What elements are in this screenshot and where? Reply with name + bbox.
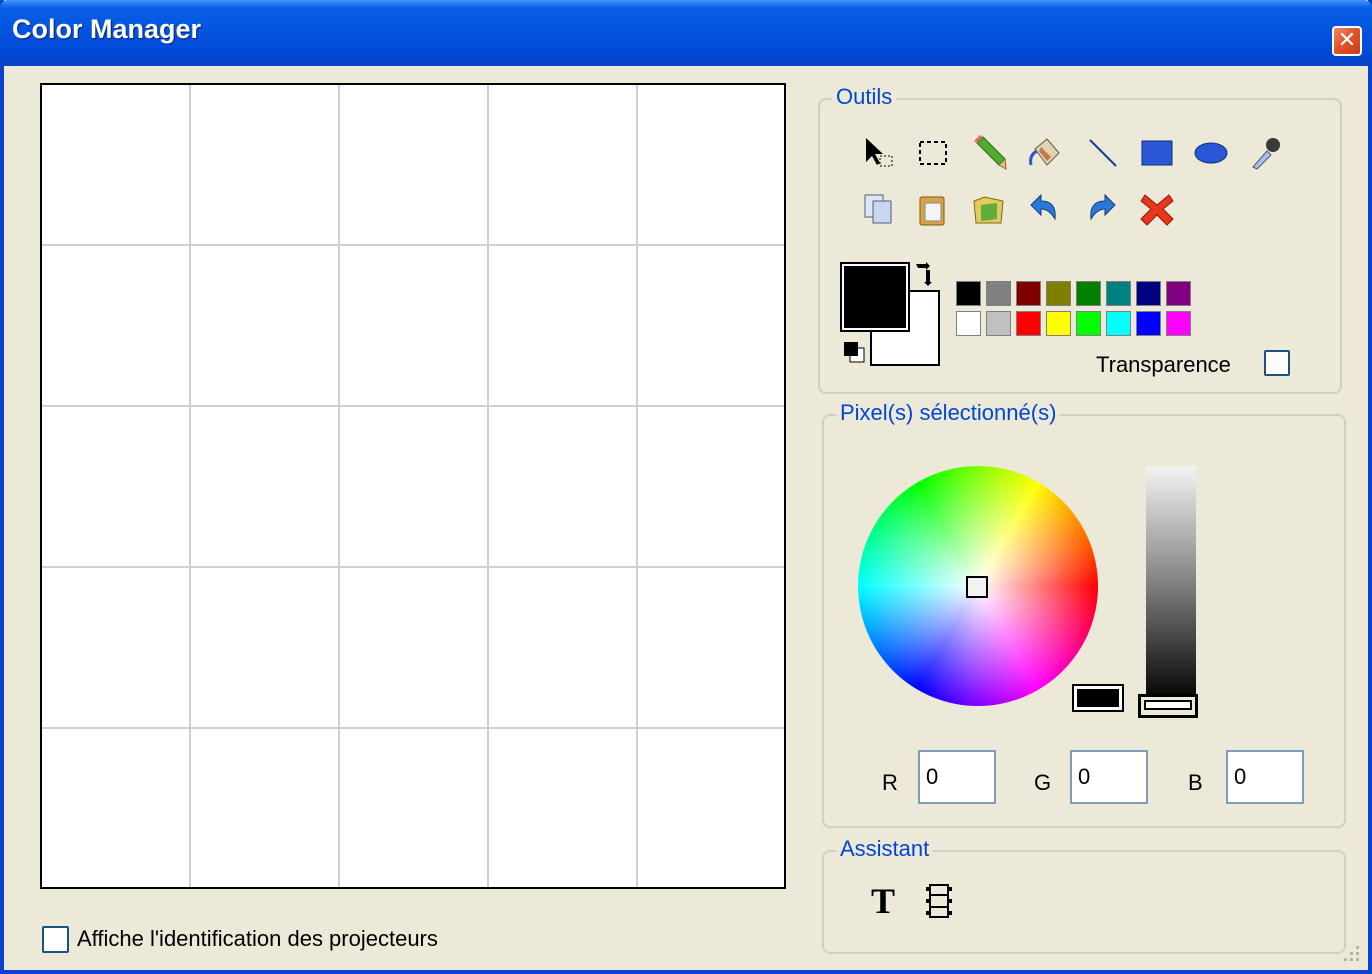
grid-line [487,85,489,887]
swap-colors-icon[interactable] [912,260,938,286]
r-label: R [882,770,898,795]
reset-colors-icon[interactable] [842,340,866,364]
rect-select-icon[interactable] [914,134,952,172]
palette-swatch-navy[interactable] [1136,281,1161,306]
brightness-slider-handle[interactable] [1138,694,1198,718]
ellipse-icon[interactable] [1192,134,1230,172]
film-icon[interactable] [920,882,958,920]
fill-bucket-icon[interactable] [1026,134,1064,172]
grid-line [42,405,784,407]
show-projector-ids-checkbox[interactable] [42,925,69,953]
grid-line [42,566,784,568]
selected-pixels-group: Pixel(s) sélectionné(s) R G B [822,400,1346,828]
transparency-label: Transparence [1096,352,1231,377]
transparency-checkbox[interactable] [1264,350,1290,376]
title-bar[interactable]: Color Manager ✕ [0,0,1372,66]
select-pointer-icon[interactable] [860,134,898,172]
grid-line [42,727,784,729]
palette-swatch-maroon[interactable] [1016,281,1041,306]
tools-legend: Outils [832,84,897,110]
palette-swatch-purple[interactable] [1166,281,1191,306]
close-button[interactable]: ✕ [1332,26,1362,56]
rectangle-icon[interactable] [1138,134,1176,172]
open-icon[interactable] [970,190,1008,228]
palette-swatch-olive[interactable] [1046,281,1071,306]
assistant-group: Assistant T [822,836,1346,954]
g-input[interactable] [1070,750,1148,804]
grid-line [636,85,638,887]
selected-pixels-legend: Pixel(s) sélectionné(s) [836,400,1061,426]
palette-swatch-silver[interactable] [986,311,1011,336]
color-manager-window: Color Manager ✕ Affiche l'identification… [0,0,1372,974]
current-color-preview [1072,684,1124,712]
palette-swatch-black[interactable] [956,281,981,306]
b-input[interactable] [1226,750,1304,804]
show-projector-ids-option: Affiche l'identification des projecteurs [42,923,438,955]
pencil-icon[interactable] [970,134,1008,172]
r-input[interactable] [918,750,996,804]
grid-line [338,85,340,887]
brightness-slider[interactable] [1146,466,1196,702]
g-label: G [1034,770,1052,795]
redo-icon[interactable] [1082,190,1120,228]
palette-swatch-red[interactable] [1016,311,1041,336]
eyedropper-icon[interactable] [1246,134,1284,172]
foreground-color-swatch[interactable] [840,262,910,332]
b-label: B [1188,770,1203,795]
resize-grip-icon[interactable] [1340,942,1362,964]
palette-swatch-yellow[interactable] [1046,311,1071,336]
assistant-legend: Assistant [836,836,934,862]
copy-icon[interactable] [860,190,898,228]
window-title: Color Manager [12,14,202,44]
paste-icon[interactable] [914,190,952,228]
tools-group: Outils Transparence [818,84,1342,394]
palette-swatch-cyan[interactable] [1106,311,1131,336]
palette-swatch-gray[interactable] [986,281,1011,306]
undo-icon[interactable] [1026,190,1064,228]
palette-swatch-teal[interactable] [1106,281,1131,306]
grid-line [189,85,191,887]
palette-swatch-magenta[interactable] [1166,311,1191,336]
pixel-grid[interactable] [40,83,786,889]
palette-swatch-white[interactable] [956,311,981,336]
palette-swatch-blue[interactable] [1136,311,1161,336]
grid-line [42,244,784,246]
text-tool-icon[interactable]: T [864,881,902,921]
delete-icon[interactable] [1138,190,1176,228]
palette-swatch-green[interactable] [1076,281,1101,306]
palette-swatch-lime[interactable] [1076,311,1101,336]
show-projector-ids-label: Affiche l'identification des projecteurs [77,926,438,951]
line-icon[interactable] [1084,134,1122,172]
color-wheel-cursor[interactable] [966,576,988,598]
